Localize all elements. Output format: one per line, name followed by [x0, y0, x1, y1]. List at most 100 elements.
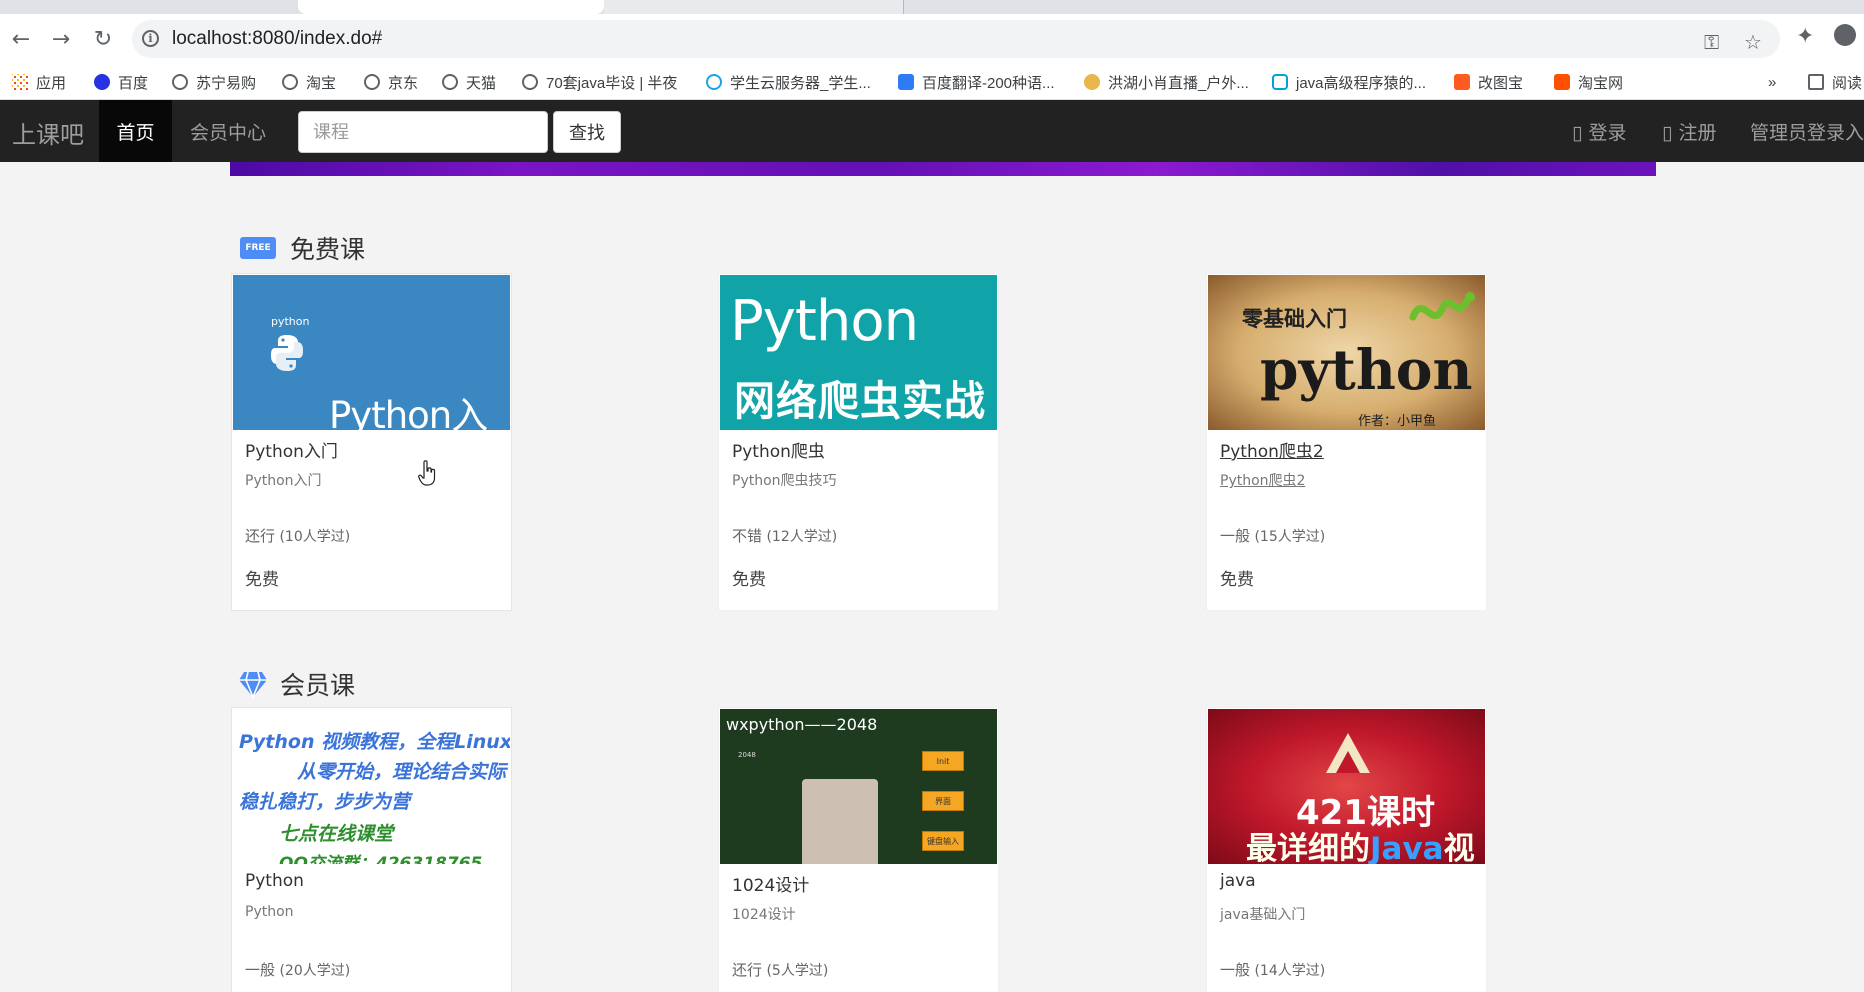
- course-price: 免费: [1220, 570, 1254, 590]
- course-rating: 还行: [245, 527, 276, 545]
- course-card[interactable]: wxpython——2048 2048 Init 界面 键盘输入 1024设计 …: [718, 707, 999, 992]
- bookmark-bilibili[interactable]: java高级程序猿的...: [1272, 70, 1426, 94]
- search-button[interactable]: 查找: [553, 111, 621, 153]
- bookmarks-bar: 应用 百度 苏宁易购 淘宝 京东 天猫 70套java毕设 | 半夜 学生云服务…: [0, 64, 1864, 100]
- back-icon[interactable]: ←: [6, 24, 36, 54]
- course-rating: 还行: [732, 961, 763, 979]
- course-learners: (20人学过): [279, 963, 351, 979]
- nav-register[interactable]: ▯ 注册: [1662, 118, 1717, 145]
- bookmark-taobao[interactable]: 淘宝: [282, 70, 336, 94]
- course-rating: 一般: [1220, 527, 1251, 545]
- course-learners: (10人学过): [279, 529, 351, 545]
- course-subtitle: 1024设计: [732, 907, 796, 923]
- course-card[interactable]: python Python入门 Python入门 Python入门 还行 (10…: [231, 273, 512, 611]
- course-learners: (15人学过): [1254, 529, 1326, 545]
- thumb-caption: 最详细的Java视频: [1246, 831, 1475, 864]
- course-title[interactable]: 1024设计: [732, 871, 809, 896]
- course-card[interactable]: Python 网络爬虫实战 Python爬虫 Python爬虫技巧 不错 (12…: [718, 273, 999, 611]
- bookmark-star-icon[interactable]: ☆: [1744, 30, 1762, 54]
- course-learners: (5人学过): [766, 963, 829, 979]
- course-subtitle: java基础入门: [1220, 907, 1306, 923]
- course-card[interactable]: 421课时 最详细的Java视频 java java基础入门 一般 (14人学过…: [1206, 707, 1487, 992]
- globe-icon: [364, 74, 380, 90]
- cloud-icon: [706, 74, 722, 90]
- nav-home[interactable]: 首页: [99, 100, 172, 162]
- course-learners: (14人学过): [1254, 963, 1326, 979]
- globe-icon: [282, 74, 298, 90]
- hand-pointer-cursor-icon: [418, 460, 436, 486]
- bookmark-apps[interactable]: 应用: [12, 70, 66, 94]
- banner-carousel[interactable]: [230, 162, 1656, 176]
- nav-member-center[interactable]: 会员中心: [190, 118, 266, 145]
- extensions-icon[interactable]: ✦: [1796, 24, 1814, 49]
- course-thumbnail[interactable]: wxpython——2048 2048 Init 界面 键盘输入: [720, 709, 997, 864]
- site-brand[interactable]: 上课吧: [12, 115, 84, 150]
- course-title[interactable]: Python爬虫2: [1220, 437, 1324, 462]
- course-card[interactable]: 零基础入门 python 作者：小甲鱼 Python爬虫2 Python爬虫2 …: [1206, 273, 1487, 611]
- bookmark-suning[interactable]: 苏宁易购: [172, 70, 256, 94]
- course-title[interactable]: Python入门: [245, 437, 338, 462]
- course-card[interactable]: Python 视频教程，全程Linux教学 从零开始，理论结合实际 稳扎稳打，步…: [231, 707, 512, 992]
- browser-toolbar: ← → ↻ i localhost:8080/index.do# ⚿ ☆ ✦: [0, 14, 1864, 64]
- course-thumbnail[interactable]: Python 视频教程，全程Linux教学 从零开始，理论结合实际 稳扎稳打，步…: [233, 709, 510, 864]
- site-navbar: 上课吧 首页 会员中心 查找 ▯ 登录 ▯ 注册 管理员登录入口: [0, 100, 1864, 162]
- course-title[interactable]: Python: [245, 871, 304, 891]
- snake-illustration-icon: [1409, 292, 1475, 321]
- course-thumbnail[interactable]: python Python入门: [233, 275, 510, 430]
- course-thumbnail[interactable]: 零基础入门 python 作者：小甲鱼: [1208, 275, 1485, 430]
- bookmark-baidu-translate[interactable]: 百度翻译-200种语...: [898, 70, 1055, 94]
- game-board: [802, 779, 878, 864]
- url-text[interactable]: localhost:8080/index.do#: [172, 28, 382, 50]
- course-price: 免费: [732, 570, 766, 590]
- image-icon: [1454, 74, 1470, 90]
- bookmark-student-cloud[interactable]: 学生云服务器_学生...: [706, 70, 871, 94]
- course-meta: 还行 (5人学过): [732, 959, 828, 980]
- course-subtitle: Python爬虫2: [1220, 473, 1306, 489]
- course-rating: 一般: [1220, 961, 1251, 979]
- browser-tab-active[interactable]: [298, 0, 604, 14]
- forward-icon[interactable]: →: [46, 24, 76, 54]
- bookmark-honghu-live[interactable]: 洪湖小肖直播_户外...: [1084, 70, 1249, 94]
- globe-icon: [442, 74, 458, 90]
- nav-login[interactable]: ▯ 登录: [1572, 118, 1627, 145]
- bookmark-java-projects[interactable]: 70套java毕设 | 半夜: [522, 70, 677, 94]
- course-search-input[interactable]: [298, 111, 548, 153]
- bilibili-icon: [1272, 74, 1288, 90]
- reading-list-button[interactable]: 阅读: [1808, 70, 1862, 94]
- course-meta: 一般 (15人学过): [1220, 525, 1325, 546]
- address-bar[interactable]: i localhost:8080/index.do# ⚿ ☆: [132, 20, 1780, 58]
- course-subtitle: Python: [245, 904, 294, 920]
- bookmarks-more-button[interactable]: »: [1768, 70, 1776, 94]
- key-icon[interactable]: ⚿: [1704, 30, 1719, 54]
- free-section-title: FREE 免费课: [240, 230, 365, 266]
- site-info-icon[interactable]: i: [142, 30, 159, 47]
- course-meta: 不错 (12人学过): [732, 525, 837, 546]
- browser-tab[interactable]: [604, 0, 904, 14]
- baidu-icon: [94, 74, 110, 90]
- python-logo-icon: [271, 335, 303, 371]
- bird-icon: [1084, 74, 1100, 90]
- course-rating: 一般: [245, 961, 276, 979]
- reload-icon[interactable]: ↻: [88, 24, 118, 54]
- course-rating: 不错: [732, 527, 763, 545]
- course-meta: 还行 (10人学过): [245, 525, 350, 546]
- course-meta: 一般 (20人学过): [245, 959, 350, 980]
- triangle-logo-inner: [1336, 751, 1360, 773]
- taobao-icon: [1554, 74, 1570, 90]
- course-meta: 一般 (14人学过): [1220, 959, 1325, 980]
- course-learners: (12人学过): [766, 529, 838, 545]
- profile-avatar-icon[interactable]: [1834, 24, 1856, 46]
- course-title[interactable]: java: [1220, 871, 1256, 891]
- bookmark-taobao-net[interactable]: 淘宝网: [1554, 70, 1623, 94]
- course-title[interactable]: Python爬虫: [732, 437, 825, 462]
- reading-list-icon: [1808, 74, 1824, 90]
- bookmark-jd[interactable]: 京东: [364, 70, 418, 94]
- bookmark-tmall[interactable]: 天猫: [442, 70, 496, 94]
- free-badge-icon: FREE: [240, 237, 276, 259]
- course-thumbnail[interactable]: 421课时 最详细的Java视频: [1208, 709, 1485, 864]
- nav-admin-login[interactable]: 管理员登录入口: [1750, 118, 1864, 145]
- globe-icon: [172, 74, 188, 90]
- bookmark-baidu[interactable]: 百度: [94, 70, 148, 94]
- course-thumbnail[interactable]: Python 网络爬虫实战: [720, 275, 997, 430]
- bookmark-gaitubao[interactable]: 改图宝: [1454, 70, 1523, 94]
